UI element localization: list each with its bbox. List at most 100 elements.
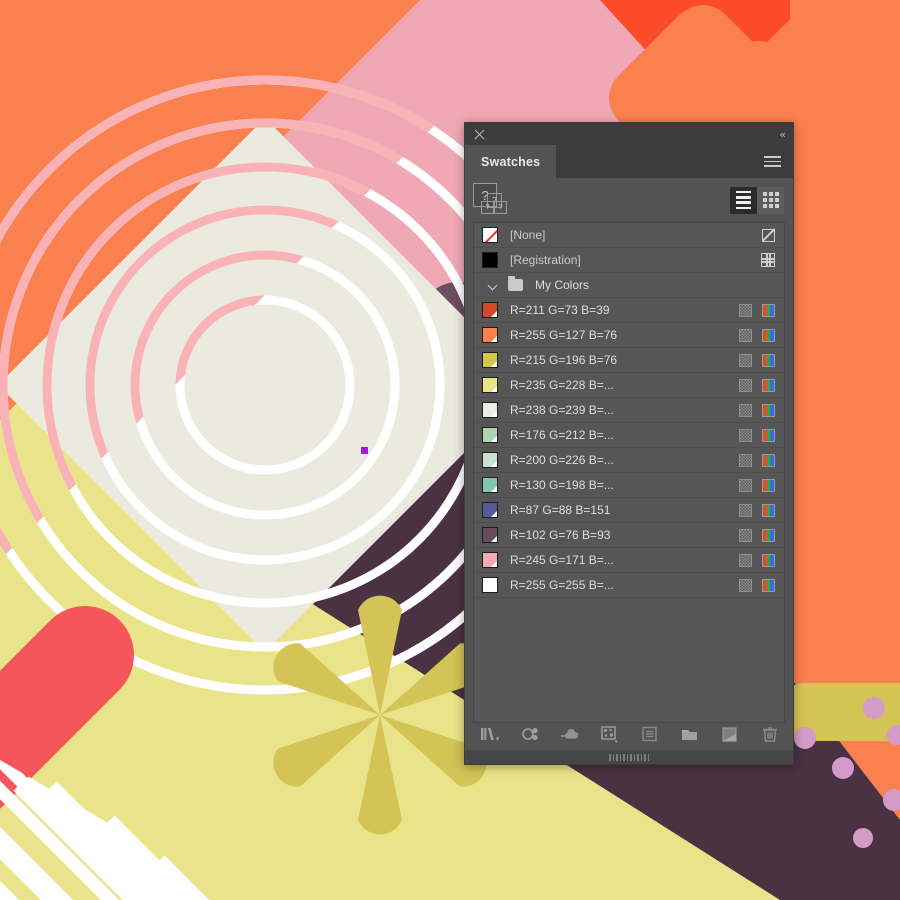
fill-indicator-extra-b: ? — [494, 201, 507, 214]
global-color-icon — [739, 303, 752, 317]
swatch-row-label: R=102 G=76 B=93 — [510, 528, 611, 542]
swatch-row-registration[interactable]: [Registration] — [474, 248, 784, 273]
swatch-row-indicators — [739, 453, 784, 467]
panel-titlebar: « — [465, 123, 793, 145]
panel-menu-icon[interactable] — [752, 145, 793, 178]
new-swatch-icon[interactable] — [719, 724, 741, 744]
swatch-row[interactable]: R=130 G=198 B=... — [474, 473, 784, 498]
global-color-icon — [739, 378, 752, 392]
swatch-row[interactable]: R=176 G=212 B=... — [474, 423, 784, 448]
swatch-row-label: R=87 G=88 B=151 — [510, 503, 611, 517]
global-color-icon — [739, 428, 752, 442]
swatch-row-indicators — [739, 578, 784, 592]
color-group-options-icon[interactable] — [519, 724, 541, 744]
swatch-row-label: [None] — [510, 228, 546, 242]
global-color-icon — [739, 453, 752, 467]
fill-indicator-extra-a: ? — [481, 201, 494, 214]
list-view-icon — [736, 190, 751, 210]
swatch-color-chip — [482, 577, 498, 593]
tab-swatches-label: Swatches — [481, 154, 541, 169]
grid-view-icon — [762, 192, 779, 208]
swatches-list[interactable]: [None] [Registration] My Colors R=211 G=… — [473, 222, 785, 723]
tab-swatches[interactable]: Swatches — [465, 145, 557, 178]
swatch-row[interactable]: R=215 G=196 B=76 — [474, 348, 784, 373]
swatch-row[interactable]: R=211 G=73 B=39 — [474, 298, 784, 323]
swatch-row-indicators — [739, 378, 784, 392]
grid-view-button[interactable] — [757, 186, 784, 214]
none-swatch-chip — [482, 227, 498, 243]
swatch-color-chip — [482, 402, 498, 418]
list-view-button[interactable] — [730, 186, 757, 214]
swatch-color-chip — [482, 377, 498, 393]
swatch-row-label: R=255 G=127 B=76 — [510, 328, 618, 342]
swatch-color-chip — [482, 477, 498, 493]
libraries-upload-icon[interactable] — [559, 724, 581, 744]
collapse-to-icons-icon[interactable]: « — [779, 129, 786, 140]
swatch-row[interactable]: R=200 G=226 B=... — [474, 448, 784, 473]
global-color-icon — [739, 328, 752, 342]
global-color-icon — [739, 353, 752, 367]
panel-resize-grip[interactable] — [465, 750, 793, 764]
swatch-row[interactable]: R=235 G=228 B=... — [474, 373, 784, 398]
chevron-down-icon[interactable] — [488, 280, 498, 290]
swatch-row-label: R=215 G=196 B=76 — [510, 353, 618, 367]
global-color-icon — [739, 503, 752, 517]
swatch-row-indicators — [739, 353, 784, 367]
swatch-row-label: R=211 G=73 B=39 — [510, 303, 610, 317]
rgb-color-mode-icon — [762, 503, 775, 517]
swatch-row[interactable]: R=238 G=239 B=... — [474, 398, 784, 423]
global-color-icon — [739, 578, 752, 592]
swatches-panel: « Swatches ? ? ? ? [None] [Registration]… — [464, 122, 794, 765]
rgb-color-mode-icon — [762, 478, 775, 492]
swatch-color-chip — [482, 552, 498, 568]
swatch-color-chip — [482, 352, 498, 368]
fill-stroke-indicator[interactable]: ? ? ? ? — [473, 183, 517, 217]
swatch-row-indicators — [739, 553, 784, 567]
swatch-color-chip — [482, 327, 498, 343]
swatch-row-indicators — [739, 403, 784, 417]
swatch-libraries-menu-icon[interactable] — [479, 724, 501, 744]
rgb-color-mode-icon — [762, 378, 775, 392]
rgb-color-mode-icon — [762, 453, 775, 467]
swatch-row-label: R=176 G=212 B=... — [510, 428, 614, 442]
registration-swatch-chip — [482, 252, 498, 268]
swatch-row[interactable]: R=102 G=76 B=93 — [474, 523, 784, 548]
swatch-row-label: R=130 G=198 B=... — [510, 478, 614, 492]
swatch-rows-container: R=211 G=73 B=39 R=255 G=127 B=76 R=215 G=1… — [474, 298, 784, 598]
panel-footer — [465, 718, 793, 750]
none-mark-icon — [761, 228, 776, 242]
delete-swatch-icon[interactable] — [759, 724, 781, 744]
swatch-row[interactable]: R=255 G=255 B=... — [474, 573, 784, 598]
rgb-color-mode-icon — [762, 528, 775, 542]
grip-lines-icon — [609, 753, 649, 761]
new-color-group-icon[interactable] — [679, 724, 701, 744]
global-color-icon — [739, 478, 752, 492]
global-color-icon — [739, 528, 752, 542]
swatch-kinds-menu-icon[interactable] — [599, 724, 621, 744]
swatch-row-indicators — [739, 328, 784, 342]
swatch-row-label: R=238 G=239 B=... — [510, 403, 614, 417]
rgb-color-mode-icon — [762, 303, 775, 317]
swatch-options-icon[interactable] — [639, 724, 661, 744]
swatch-color-chip — [482, 427, 498, 443]
swatch-color-chip — [482, 302, 498, 318]
swatch-row-none[interactable]: [None] — [474, 223, 784, 248]
swatch-row-label: R=200 G=226 B=... — [510, 453, 614, 467]
rgb-color-mode-icon — [762, 553, 775, 567]
swatch-row[interactable]: R=245 G=171 B=... — [474, 548, 784, 573]
close-icon[interactable] — [473, 128, 486, 141]
swatch-row[interactable]: R=87 G=88 B=151 — [474, 498, 784, 523]
color-group-my-colors[interactable]: My Colors — [474, 273, 784, 298]
swatch-row-label: R=235 G=228 B=... — [510, 378, 614, 392]
registration-icon — [760, 252, 775, 267]
swatch-row-label: R=245 G=171 B=... — [510, 553, 614, 567]
folder-icon — [508, 276, 523, 291]
rgb-color-mode-icon — [762, 428, 775, 442]
swatch-row[interactable]: R=255 G=127 B=76 — [474, 323, 784, 348]
swatch-row-indicators — [739, 428, 784, 442]
swatch-row-indicators — [739, 478, 784, 492]
swatch-row-label: R=255 G=255 B=... — [510, 578, 614, 592]
swatch-color-chip — [482, 452, 498, 468]
swatch-row-label: [Registration] — [510, 253, 581, 267]
swatch-row-indicators — [739, 503, 784, 517]
